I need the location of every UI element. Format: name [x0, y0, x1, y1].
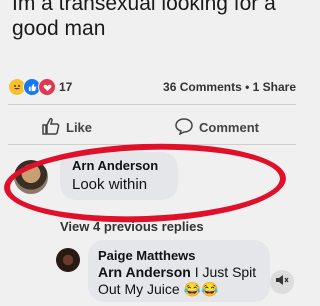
reply-bubble: Paige Matthews Arn Anderson I Just Spit …: [88, 240, 270, 302]
post-text: Im a transexual looking for a good man: [12, 0, 276, 40]
mute-button[interactable]: [270, 270, 294, 294]
comments-count[interactable]: 36 Comments: [163, 80, 242, 94]
reply-text: Arn Anderson I Just Spit Out My Juice 😂😂: [98, 264, 268, 298]
laughing-emoji: 😂😂: [183, 281, 219, 297]
meta-separator: •: [245, 80, 250, 94]
reply-author[interactable]: Paige Matthews: [98, 248, 196, 263]
comment-label: Comment: [199, 119, 259, 135]
comment-icon: [174, 117, 194, 138]
reaction-icons[interactable]: [8, 78, 56, 96]
reaction-count[interactable]: 17: [59, 80, 72, 94]
thumbs-up-icon: [41, 117, 61, 138]
reactions-row: 17 36 Comments • 1 Share: [8, 78, 296, 96]
post-actions: Like Comment: [0, 112, 300, 142]
shares-count[interactable]: 1 Share: [253, 80, 296, 94]
love-reaction-icon: [38, 78, 56, 96]
like-button[interactable]: Like: [41, 117, 92, 138]
comment-button[interactable]: Comment: [174, 117, 259, 138]
reply-avatar[interactable]: [56, 248, 80, 272]
divider: [8, 104, 296, 105]
view-previous-replies-link[interactable]: View 4 previous replies: [60, 219, 204, 234]
post-meta: 36 Comments • 1 Share: [163, 80, 296, 94]
reply-mention[interactable]: Arn Anderson: [98, 264, 191, 280]
red-circle-annotation: [2, 139, 288, 227]
like-label: Like: [66, 119, 93, 135]
speaker-muted-icon: [275, 273, 289, 292]
